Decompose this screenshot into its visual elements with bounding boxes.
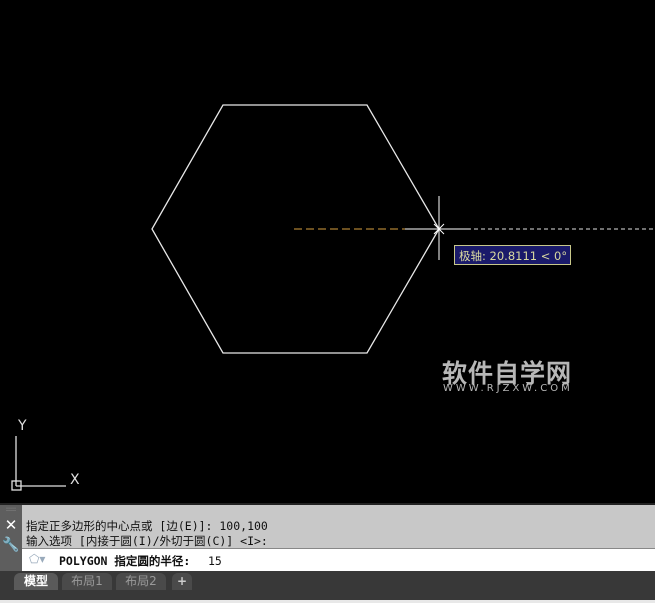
add-layout-button[interactable]: + [172, 573, 192, 590]
history-line: 指定正多边形的中心点或 [边(E)]: 100,100 [26, 519, 268, 533]
close-icon[interactable]: ✕ [0, 515, 22, 535]
polar-tooltip: 极轴: 20.8111 < 0° [454, 245, 571, 265]
tab-layout1[interactable]: 布局1 [62, 573, 112, 590]
ucs-x-label: X [70, 472, 80, 488]
command-line-sidebar: ::::: ✕ 🔧 [0, 505, 22, 571]
wrench-icon[interactable]: 🔧 [0, 535, 22, 555]
grip-icon[interactable]: ::::: [0, 505, 22, 515]
ucs-icon [11, 436, 66, 491]
tab-model[interactable]: 模型 [14, 573, 58, 590]
history-line: 输入选项 [内接于圆(I)/外切于圆(C)] <I>: [26, 534, 268, 548]
command-input[interactable]: ⬠▾ POLYGON 指定圆的半径: 15 [22, 548, 655, 572]
layout-tabs: 模型 布局1 布局2 + [0, 571, 655, 600]
ucs-y-label: Y [17, 418, 27, 434]
command-prompt: POLYGON 指定圆的半径: [59, 554, 191, 568]
tab-layout2[interactable]: 布局2 [116, 573, 166, 590]
watermark-url: WWW.RJZXW.COM [443, 383, 573, 394]
polygon-command-icon[interactable]: ⬠▾ [29, 552, 45, 566]
command-value[interactable]: 15 [208, 554, 222, 568]
